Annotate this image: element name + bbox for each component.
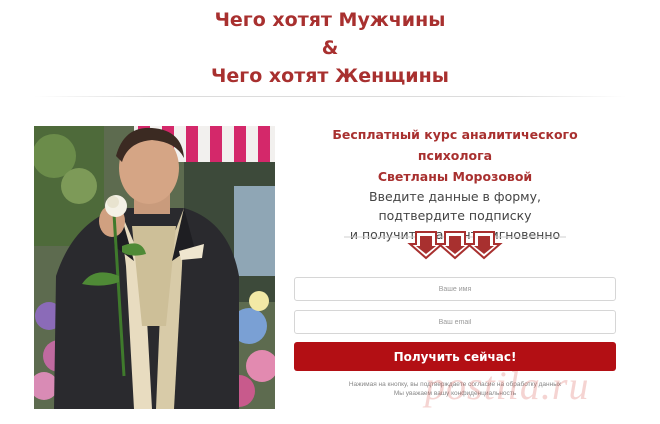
name-input[interactable] (295, 278, 615, 300)
arrows-decoration (294, 228, 616, 262)
course-title-line2: Светланы Морозовой (377, 169, 533, 184)
get-now-button[interactable]: Получить сейчас! (294, 342, 616, 371)
man-with-rose-photo (34, 126, 275, 409)
down-arrow-icon (407, 231, 445, 260)
instruction-line1: Введите данные в форму, (369, 189, 541, 204)
headline-men: Чего хотят Мужчины (214, 9, 446, 31)
headline-women: Чего хотят Женщины (211, 65, 449, 87)
name-field-box (294, 277, 616, 301)
privacy-note: Нажимая на кнопку, вы подтверждаете согл… (294, 380, 616, 398)
header-divider (34, 96, 626, 97)
course-title-line1: Бесплатный курс аналитического психолога (332, 127, 578, 163)
email-input[interactable] (295, 311, 615, 333)
down-arrow-icon (436, 231, 474, 260)
down-arrow-icon (465, 231, 503, 260)
instruction-line2: подтвердите подписку (378, 208, 532, 223)
signup-panel: Бесплатный курс аналитического психолога… (294, 124, 616, 397)
headline-ampersand: & (321, 37, 339, 59)
page-header: Чего хотят Мужчины & Чего хотят Женщины (0, 6, 660, 90)
privacy-note-line2: Мы уважаем вашу конфиденциальность (393, 390, 517, 397)
privacy-note-line1: Нажимая на кнопку, вы подтверждаете согл… (348, 381, 562, 388)
email-field-box (294, 310, 616, 334)
